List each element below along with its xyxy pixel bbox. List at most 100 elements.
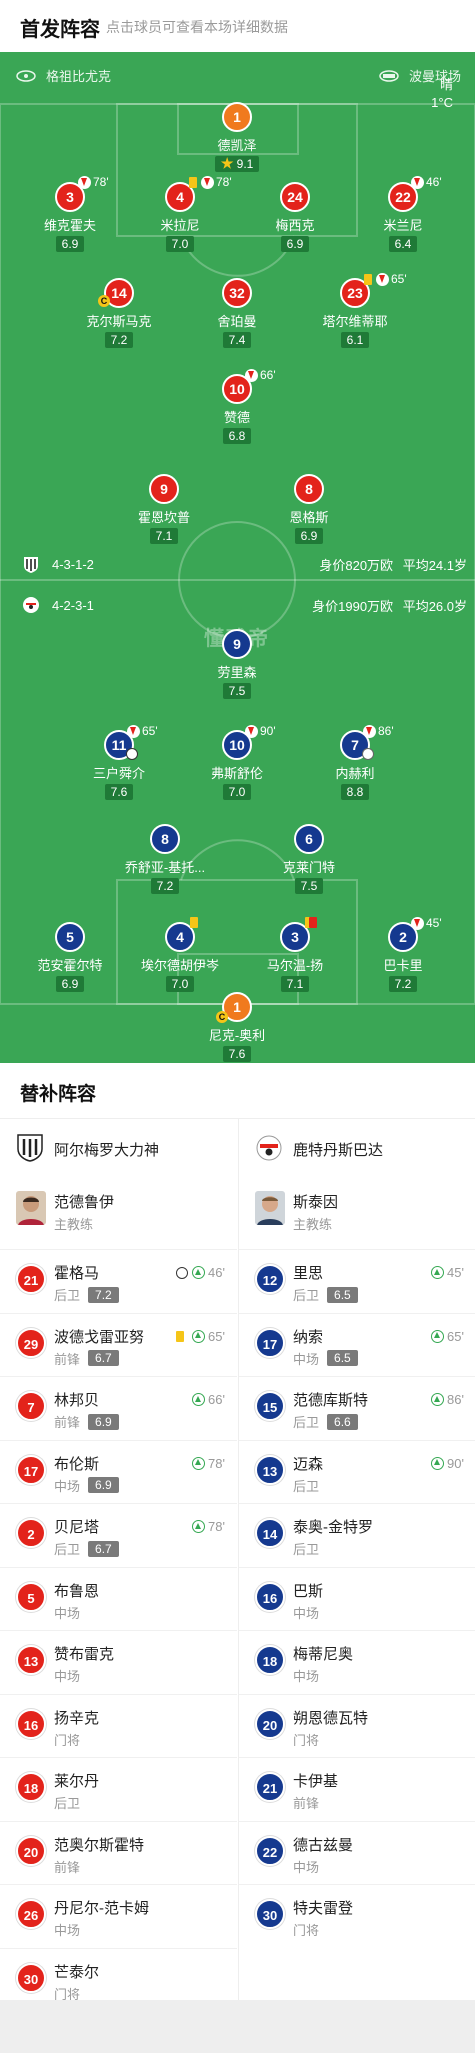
player-rating: 7.2 [388, 976, 418, 992]
player-rating: 6.7 [88, 1350, 119, 1366]
player-position: 中场 [293, 1859, 320, 1875]
home-age: 平均24.1岁 [402, 558, 467, 573]
away-player-10[interactable]: 10 弗斯舒伦 7.0 [185, 730, 289, 801]
home-player-8[interactable]: 8 恩格斯 6.9 [257, 474, 361, 545]
away-player-3[interactable]: 3 马尔温-扬 7.1 [243, 922, 347, 993]
bench-player-row[interactable]: 16 扬辛克 门将 [0, 1693, 237, 1757]
page-footer [0, 2000, 475, 2053]
home-player-32[interactable]: 32 舍珀曼 7.4 [185, 278, 289, 349]
away-coach[interactable]: 斯泰因 主教练 [239, 1179, 475, 1249]
player-position: 后卫 [54, 1796, 81, 1811]
player-rating: 8.8 [340, 784, 370, 800]
player-name: 丹尼尔-范卡姆 [54, 1900, 149, 1917]
away-player-8[interactable]: 8 乔舒亚-基托... 7.2 [113, 824, 217, 895]
player-position: 后卫 [293, 1542, 320, 1557]
player-number: 26 [16, 1899, 46, 1929]
bench-player-row[interactable]: 21 霍格马 后卫 7.2 46' [0, 1249, 237, 1312]
player-name: 恩格斯 [289, 510, 329, 525]
away-player-7[interactable]: 7 内赫利 8.8 [303, 730, 407, 801]
bench-player-row[interactable]: 29 波德戈雷亚努 前锋 6.7 65' [0, 1312, 237, 1376]
card-badge [190, 917, 202, 928]
bench-player-row[interactable]: 30 特夫雷登 门将 [239, 1884, 475, 1947]
player-rating: 7.0 [165, 976, 195, 992]
bench-player-row[interactable]: 20 朔恩德瓦特 门将 [239, 1693, 475, 1757]
player-name: 泰奥-金特罗 [293, 1519, 373, 1536]
home-player-22[interactable]: 22 米兰尼 6.4 [351, 182, 455, 253]
home-player-10[interactable]: 10 赞德 6.8 [185, 374, 289, 445]
sub-event: 78' [188, 1519, 225, 1534]
captain-icon: C [98, 295, 110, 307]
player-number: 18 [255, 1645, 285, 1675]
home-coach[interactable]: 范德鲁伊 主教练 [0, 1179, 237, 1249]
sub-badge: 86' [363, 724, 394, 738]
bench-player-row[interactable]: 15 范德库斯特 后卫 6.6 86' [239, 1376, 475, 1439]
home-team-name: 阿尔梅罗大力神 [54, 1142, 160, 1159]
home-player-9[interactable]: 9 霍恩坎普 7.1 [112, 474, 216, 545]
bench-player-row[interactable]: 13 赞布雷克 中场 [0, 1630, 237, 1693]
sub-event: 65' [427, 1329, 464, 1344]
player-rating: 7.1 [280, 976, 310, 992]
assist-icon [362, 748, 374, 760]
player-position: 前锋 [54, 1859, 81, 1875]
home-player-14[interactable]: 14 克尔斯马克 7.2 [67, 278, 171, 349]
home-value-row: 身价820万欧 平均24.1岁 [319, 555, 467, 574]
home-player-1[interactable]: 1 德凯泽 9.1 [185, 102, 289, 173]
sub-off-icon [201, 175, 214, 189]
bench-player-row[interactable]: 5 布鲁恩 中场 [0, 1566, 237, 1630]
sub-on-icon [192, 1520, 206, 1533]
goal-badge [126, 748, 138, 760]
home-player-24[interactable]: 24 梅西克 6.9 [243, 182, 347, 253]
away-player-2[interactable]: 2 巴卡里 7.2 [351, 922, 455, 993]
player-name: 米兰尼 [383, 218, 423, 233]
bench-header: 替补阵容 [0, 1063, 475, 1118]
player-name: 范安霍尔特 [37, 958, 103, 973]
bench-player-row[interactable]: 14 泰奥-金特罗 后卫 [239, 1503, 475, 1566]
bench-player-row[interactable]: 20 范奥尔斯霍特 前锋 [0, 1820, 237, 1884]
bench-player-row[interactable]: 16 巴斯 中场 [239, 1566, 475, 1630]
home-player-3[interactable]: 3 维克霍夫 6.9 [18, 182, 122, 253]
away-player-5[interactable]: 5 范安霍尔特 6.9 [18, 922, 122, 993]
card-sub-badge: 78' [189, 175, 232, 189]
away-player-9[interactable]: 9 劳里森 7.5 [185, 629, 289, 700]
player-position: 后卫 [293, 1478, 320, 1494]
away-value-row: 身价1990万欧 平均26.0岁 [312, 596, 467, 615]
bench-player-row[interactable]: 13 迈森 后卫 90' [239, 1439, 475, 1503]
bench: 阿尔梅罗大力神 范德鲁伊 主教练 21 霍格马 后卫 7.2 46' 29 波德戈雷亚努 前锋… [0, 1118, 475, 2002]
sub-off-icon [376, 272, 389, 286]
coach-role: 主教练 [293, 1217, 333, 1232]
coach-role: 主教练 [54, 1217, 94, 1232]
bench-player-row[interactable]: 17 纳索 中场 6.5 65' [239, 1312, 475, 1376]
home-player-4[interactable]: 4 米拉尼 7.0 [128, 182, 232, 253]
bench-player-row[interactable]: 17 布伦斯 中场 6.9 78' [0, 1439, 237, 1503]
player-rating: 7.4 [222, 332, 252, 348]
player-number: 18 [16, 1772, 46, 1802]
bench-player-row[interactable]: 7 林邦贝 前锋 6.9 66' [0, 1376, 237, 1439]
player-rating: 6.9 [55, 976, 85, 992]
player-number: 5 [16, 1581, 46, 1612]
player-name: 德凯泽 [217, 138, 257, 153]
away-player-1[interactable]: 1 尼克-奥利 7.6 [185, 992, 289, 1063]
away-player-11[interactable]: 11 三户舜介 7.6 [67, 730, 171, 801]
player-position: 前锋 6.9 [54, 1412, 119, 1431]
away-player-4[interactable]: 4 埃尔德胡伊岑 7.0 [128, 922, 232, 993]
away-player-6[interactable]: 6 克莱门特 7.5 [257, 824, 361, 895]
bench-player-row[interactable]: 21 卡伊基 前锋 [239, 1757, 475, 1820]
sub-event: 46' [176, 1265, 225, 1280]
sub-off-icon [411, 175, 424, 189]
player-name: 克尔斯马克 [86, 314, 152, 329]
home-player-23[interactable]: 23 塔尔维蒂耶 6.1 [303, 278, 407, 349]
player-rating: 6.9 [88, 1477, 119, 1493]
player-position: 中场 [54, 1605, 81, 1621]
bench-player-row[interactable]: 22 德古兹曼 中场 [239, 1820, 475, 1884]
weather-condition: 晴 [439, 77, 453, 92]
sub-badge: 45' [411, 916, 442, 930]
away-crest-icon [256, 1135, 282, 1161]
bench-player-row[interactable]: 12 里思 后卫 6.5 45' [239, 1249, 475, 1312]
player-name: 赞德 [223, 410, 250, 425]
player-rating: 6.6 [327, 1413, 358, 1430]
bench-player-row[interactable]: 2 贝尼塔 后卫 6.7 78' [0, 1503, 237, 1566]
bench-player-row[interactable]: 18 莱尔丹 后卫 [0, 1757, 237, 1820]
player-name: 弗斯舒伦 [210, 766, 263, 781]
bench-player-row[interactable]: 18 梅蒂尼奥 中场 [239, 1630, 475, 1693]
bench-player-row[interactable]: 26 丹尼尔-范卡姆 中场 [0, 1884, 237, 1947]
